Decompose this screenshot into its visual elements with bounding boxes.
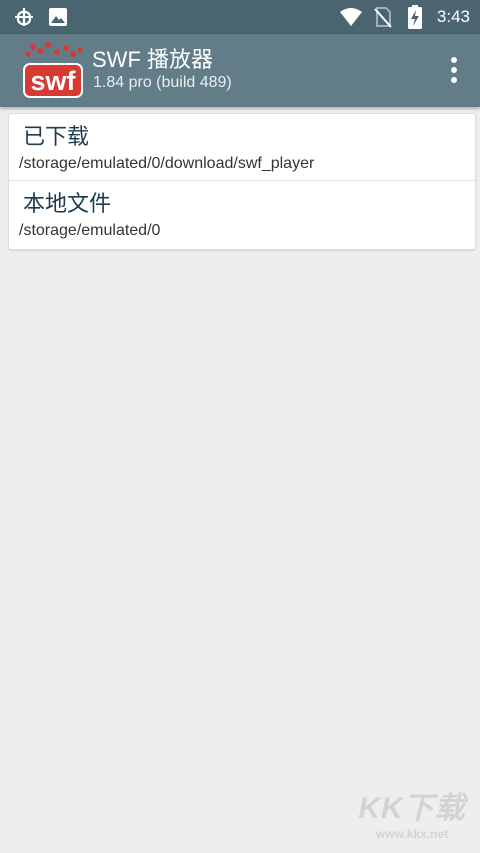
logo-text: swf [30,66,76,96]
list-item-path: /storage/emulated/0/download/swf_player [19,155,315,172]
watermark-brand: KK下载 [358,792,466,825]
image-icon [46,5,70,29]
app-title: SWF 播放器 [92,47,213,72]
watermark-domain: www.kkx.net [375,827,449,841]
status-time: 3:43 [436,7,470,26]
app-logo: swf [20,41,86,99]
list-item-local-files[interactable]: 本地文件 /storage/emulated/0 [9,181,475,249]
list-item-title: 已下载 [23,124,90,149]
list-item-downloaded[interactable]: 已下载 /storage/emulated/0/download/swf_pla… [9,114,475,181]
overflow-menu-icon[interactable] [442,54,466,86]
status-right-icons: 3:43 [339,5,470,29]
bug-icon [12,5,36,29]
battery-charging-icon [403,5,427,29]
app-version: 1.84 pro (build 489) [93,74,232,91]
app-bar: swf SWF 播放器 1.84 pro (build 489) [0,34,480,107]
list-item-path: /storage/emulated/0 [19,222,161,239]
watermark: KK下载 www.kkx.net [352,791,472,851]
no-sim-icon [371,5,395,29]
screen: 3:43 swf SWF 播放器 1.84 pro (build 489) 已下… [0,0,480,853]
status-left-icons [12,5,70,29]
wifi-icon [339,5,363,29]
location-list: 已下载 /storage/emulated/0/download/swf_pla… [8,113,476,250]
status-bar: 3:43 [0,0,480,34]
list-item-title: 本地文件 [23,191,112,216]
